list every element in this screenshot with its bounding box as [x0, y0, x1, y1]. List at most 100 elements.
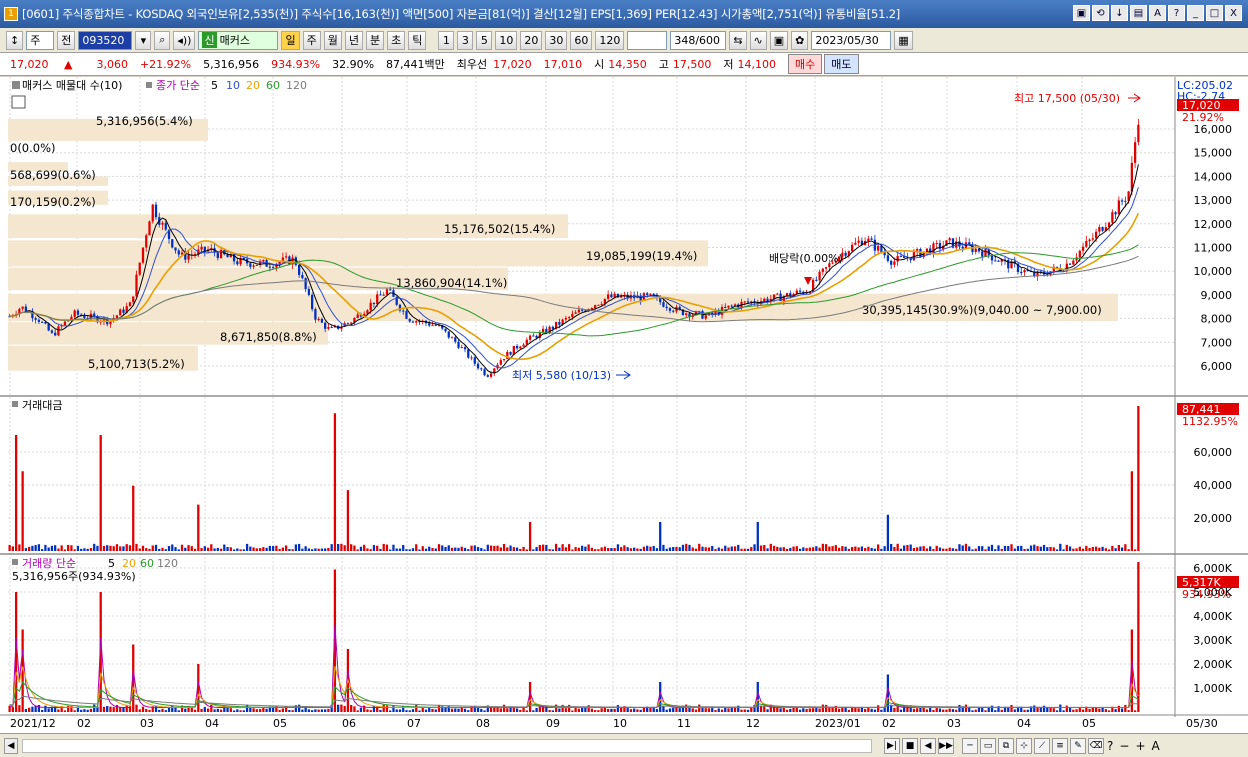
stock-name-field[interactable]: 신 매커스	[198, 30, 279, 50]
scroll-left-icon[interactable]: ◀	[4, 737, 18, 754]
high-value: 17,500	[672, 57, 712, 71]
interval-custom-input[interactable]	[627, 30, 668, 50]
erase-tool-icon[interactable]: ⌫	[1088, 737, 1104, 754]
candle-body	[668, 308, 672, 311]
trend-tool-icon[interactable]: ⟋	[1034, 737, 1050, 754]
interval-5[interactable]: 5	[476, 30, 493, 50]
period-week[interactable]: 주	[302, 30, 321, 50]
pen-tool-icon[interactable]: ✎	[1070, 737, 1086, 754]
zoom-in-icon[interactable]: +	[1135, 739, 1145, 753]
crosshair-icon[interactable]: ⊹	[1016, 737, 1032, 754]
candle-body	[974, 248, 977, 252]
interval-20[interactable]: 20	[520, 30, 543, 50]
amount-bar	[620, 547, 623, 551]
candle-body	[935, 243, 938, 245]
zoom-search-icon[interactable]: ?	[1107, 739, 1113, 753]
volume-bar	[415, 705, 418, 712]
volume-bar	[564, 708, 568, 712]
code-dropdown-icon[interactable]: ▾	[135, 30, 152, 50]
download-icon[interactable]: ↓	[1111, 5, 1128, 21]
volume-bar	[245, 704, 249, 712]
period-tick[interactable]: 틱	[408, 30, 427, 50]
volume-bar	[639, 709, 642, 712]
chart-area[interactable]: 5,316,956(5.4%) 0(0.0%) 568,699(0.6%) 170,1…	[0, 77, 1248, 733]
refresh-icon[interactable]: ⟲	[1092, 5, 1109, 21]
line-tool-icon[interactable]: ─	[962, 737, 978, 754]
buy-button[interactable]: 매수	[788, 54, 823, 74]
amount-bar	[1081, 548, 1085, 551]
interval-120[interactable]: 120	[595, 30, 625, 50]
x-end-label: 05/30	[1186, 717, 1218, 730]
minimize-button[interactable]: _	[1187, 5, 1204, 21]
candle-body	[145, 235, 148, 248]
stock-chart-svg[interactable]: 5,316,956(5.4%) 0(0.0%) 568,699(0.6%) 170,1…	[0, 77, 1248, 733]
amount-bar	[805, 548, 808, 551]
period-month[interactable]: 월	[323, 30, 342, 50]
period-second[interactable]: 초	[387, 30, 406, 50]
candle-body	[216, 252, 219, 259]
interval-1[interactable]: 1	[438, 30, 455, 50]
fast-forward-icon[interactable]: ▶▶	[938, 737, 954, 754]
layout-icon[interactable]: ▤	[1130, 5, 1147, 21]
scrollbar-track[interactable]	[22, 738, 872, 753]
search-icon[interactable]: ⌕	[154, 30, 171, 50]
interval-60[interactable]: 60	[570, 30, 593, 50]
stop-icon[interactable]: ■	[902, 737, 918, 754]
volume-bar	[522, 707, 525, 712]
amount-bar	[990, 544, 994, 551]
volume-bar	[437, 704, 441, 712]
period-minute[interactable]: 분	[365, 30, 385, 50]
link-icon[interactable]: ▣	[1073, 5, 1090, 21]
play-icon[interactable]: ▶|	[884, 737, 900, 754]
panel-menu-icon[interactable]	[12, 81, 20, 89]
auto-scale-icon[interactable]: A	[1152, 739, 1160, 753]
candle-body	[594, 305, 597, 309]
amount-bar	[11, 546, 15, 551]
interval-3[interactable]: 3	[457, 30, 474, 50]
fib-tool-icon[interactable]: ≡	[1052, 737, 1068, 754]
gear-icon[interactable]: ✿	[791, 30, 809, 50]
candle-body	[119, 309, 122, 316]
maximize-button[interactable]: □	[1206, 5, 1223, 21]
close-button[interactable]: X	[1225, 5, 1242, 21]
table-icon[interactable]	[11, 95, 26, 109]
volume-bar	[424, 709, 428, 712]
amount-bar	[219, 548, 223, 551]
amount-bar	[964, 543, 968, 551]
sort-icon[interactable]: ↕	[6, 30, 24, 50]
rewind-icon[interactable]: ◀	[920, 737, 936, 754]
interval-10[interactable]: 10	[495, 30, 518, 50]
amount-bar	[795, 546, 798, 551]
candle-body	[1137, 124, 1140, 143]
stock-code-input[interactable]: 093520	[78, 30, 133, 50]
calendar-icon[interactable]: ▦	[894, 30, 913, 50]
best-bid: 17,010	[543, 57, 583, 71]
price-tick-label: 7,000	[1201, 336, 1233, 349]
x-axis-label: 02	[882, 717, 896, 730]
save-icon[interactable]: ▣	[769, 30, 789, 50]
type-select[interactable]: 주	[26, 30, 55, 50]
period-day[interactable]: 일	[281, 30, 300, 50]
chart-icon[interactable]: ∿	[749, 30, 767, 50]
amount-bar	[8, 544, 11, 551]
tool-icon[interactable]: ⇆	[729, 30, 747, 50]
prev-button[interactable]: 전	[57, 30, 76, 50]
app-icon: 1	[4, 7, 18, 21]
count-input[interactable]: 348/600	[670, 30, 727, 50]
interval-30[interactable]: 30	[545, 30, 568, 50]
sound-icon[interactable]: ◂))	[173, 30, 196, 50]
volume-bar	[727, 708, 730, 712]
amount-bar	[935, 545, 938, 551]
candle-body	[574, 312, 577, 314]
font-icon[interactable]: A	[1149, 5, 1166, 21]
rect-tool-icon[interactable]: ▭	[980, 737, 996, 754]
zoom-out-icon[interactable]: −	[1119, 739, 1129, 753]
sell-button[interactable]: 매도	[824, 54, 859, 74]
date-input[interactable]: 2023/05/30	[811, 30, 892, 50]
candle-body	[649, 293, 652, 295]
volume-bar	[467, 710, 470, 712]
period-year[interactable]: 년	[344, 30, 363, 50]
help-icon[interactable]: ?	[1168, 5, 1185, 21]
copy-tool-icon[interactable]: ⧉	[998, 737, 1014, 754]
x-axis-label: 03	[947, 717, 961, 730]
